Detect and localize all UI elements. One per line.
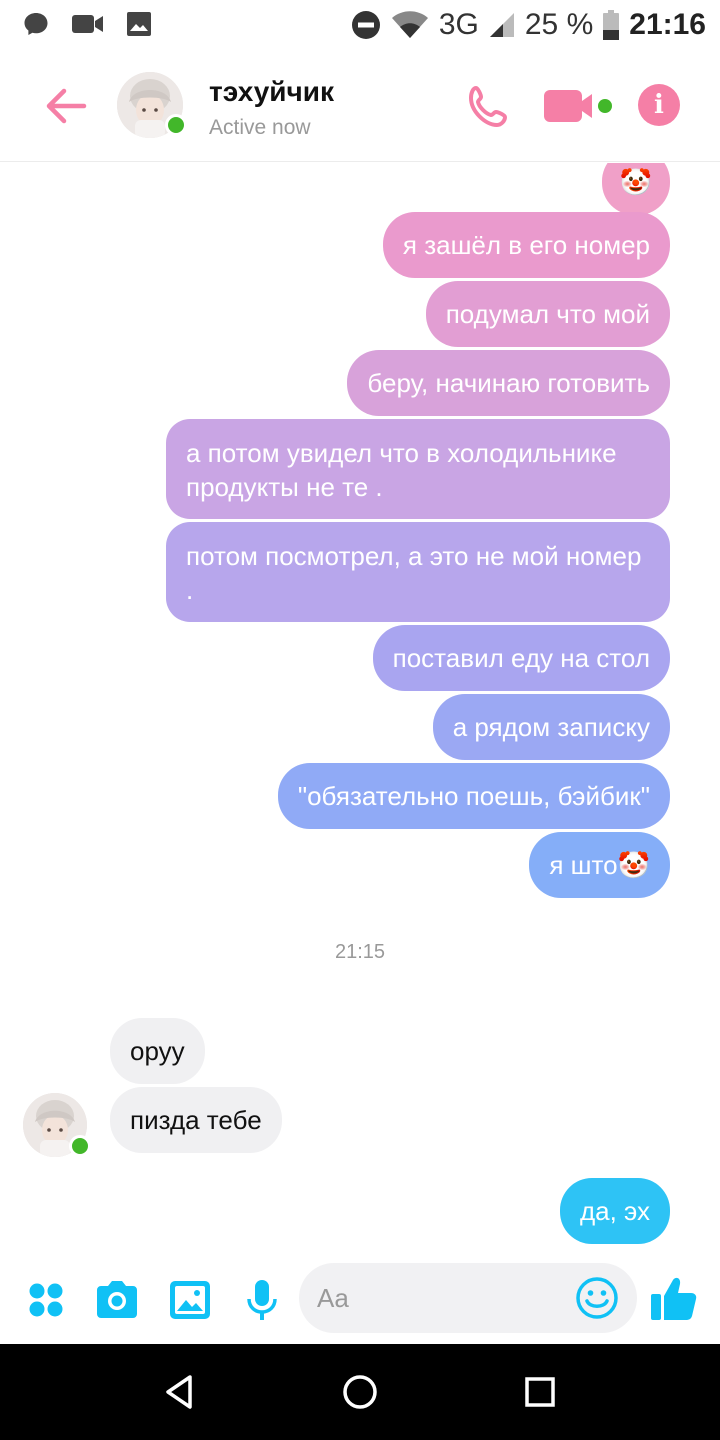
outgoing-message[interactable]: да, эх <box>559 1178 670 1244</box>
apps-icon[interactable] <box>22 1276 70 1324</box>
sender-avatar[interactable] <box>23 1093 91 1157</box>
contact-avatar[interactable] <box>117 72 187 138</box>
outgoing-message[interactable]: 🤡 <box>601 163 670 215</box>
contact-name[interactable]: тэхуйчик <box>209 76 334 108</box>
clock: 21:16 <box>629 8 706 41</box>
network-type: 3G <box>438 8 479 41</box>
online-indicator <box>165 114 187 136</box>
android-nav-bar <box>0 1344 720 1440</box>
like-icon[interactable] <box>648 1272 700 1324</box>
outgoing-message[interactable]: потом посмотрел, а это не мой номер . <box>166 522 670 622</box>
battery-icon <box>603 10 620 40</box>
incoming-message[interactable]: оруу <box>110 1018 205 1084</box>
back-arrow-icon[interactable] <box>42 82 90 130</box>
do-not-disturb-icon <box>351 11 380 39</box>
video-call-icon[interactable] <box>542 86 616 126</box>
incoming-message[interactable]: пизда тебе <box>110 1087 282 1153</box>
back-triangle-icon[interactable] <box>160 1372 200 1412</box>
camera-icon[interactable] <box>93 1276 141 1324</box>
signal-icon <box>489 13 514 37</box>
video-notification-icon <box>72 15 103 33</box>
outgoing-message[interactable]: я што🤡 <box>529 832 670 898</box>
gallery-icon[interactable] <box>166 1276 214 1324</box>
messenger-notification-icon <box>24 13 48 35</box>
outgoing-message[interactable]: а рядом записку <box>432 694 670 760</box>
online-indicator <box>69 1135 91 1157</box>
contact-status: Active now <box>209 116 311 139</box>
outgoing-message[interactable]: а потом увидел что в холодильнике продук… <box>166 419 670 519</box>
outgoing-message[interactable]: "обязательно поешь, бэйбик" <box>277 763 670 829</box>
emoji-icon[interactable] <box>575 1276 619 1320</box>
conversation-header: тэхуйчик Active now i <box>0 50 720 162</box>
outgoing-message[interactable]: я зашёл в его номер <box>382 212 670 278</box>
recents-square-icon[interactable] <box>520 1372 560 1412</box>
phone-icon[interactable] <box>466 84 512 130</box>
message-timestamp: 21:15 <box>334 941 386 963</box>
message-list[interactable]: 🤡 я зашёл в его номер подумал что мой бе… <box>0 163 720 1260</box>
outgoing-message[interactable]: подумал что мой <box>425 281 670 347</box>
home-circle-icon[interactable] <box>340 1372 380 1412</box>
composer-bar <box>0 1260 720 1344</box>
status-bar: 3G 25 % 21:16 <box>0 0 720 50</box>
wifi-icon <box>391 11 428 38</box>
message-input-box[interactable] <box>299 1263 637 1333</box>
battery-percent: 25 % <box>524 8 594 41</box>
outgoing-message[interactable]: беру, начинаю готовить <box>347 350 670 416</box>
message-input[interactable] <box>317 1279 567 1317</box>
outgoing-message[interactable]: поставил еду на стол <box>372 625 670 691</box>
info-icon[interactable]: i <box>638 84 680 126</box>
image-notification-icon <box>127 12 151 36</box>
microphone-icon[interactable] <box>238 1276 286 1324</box>
